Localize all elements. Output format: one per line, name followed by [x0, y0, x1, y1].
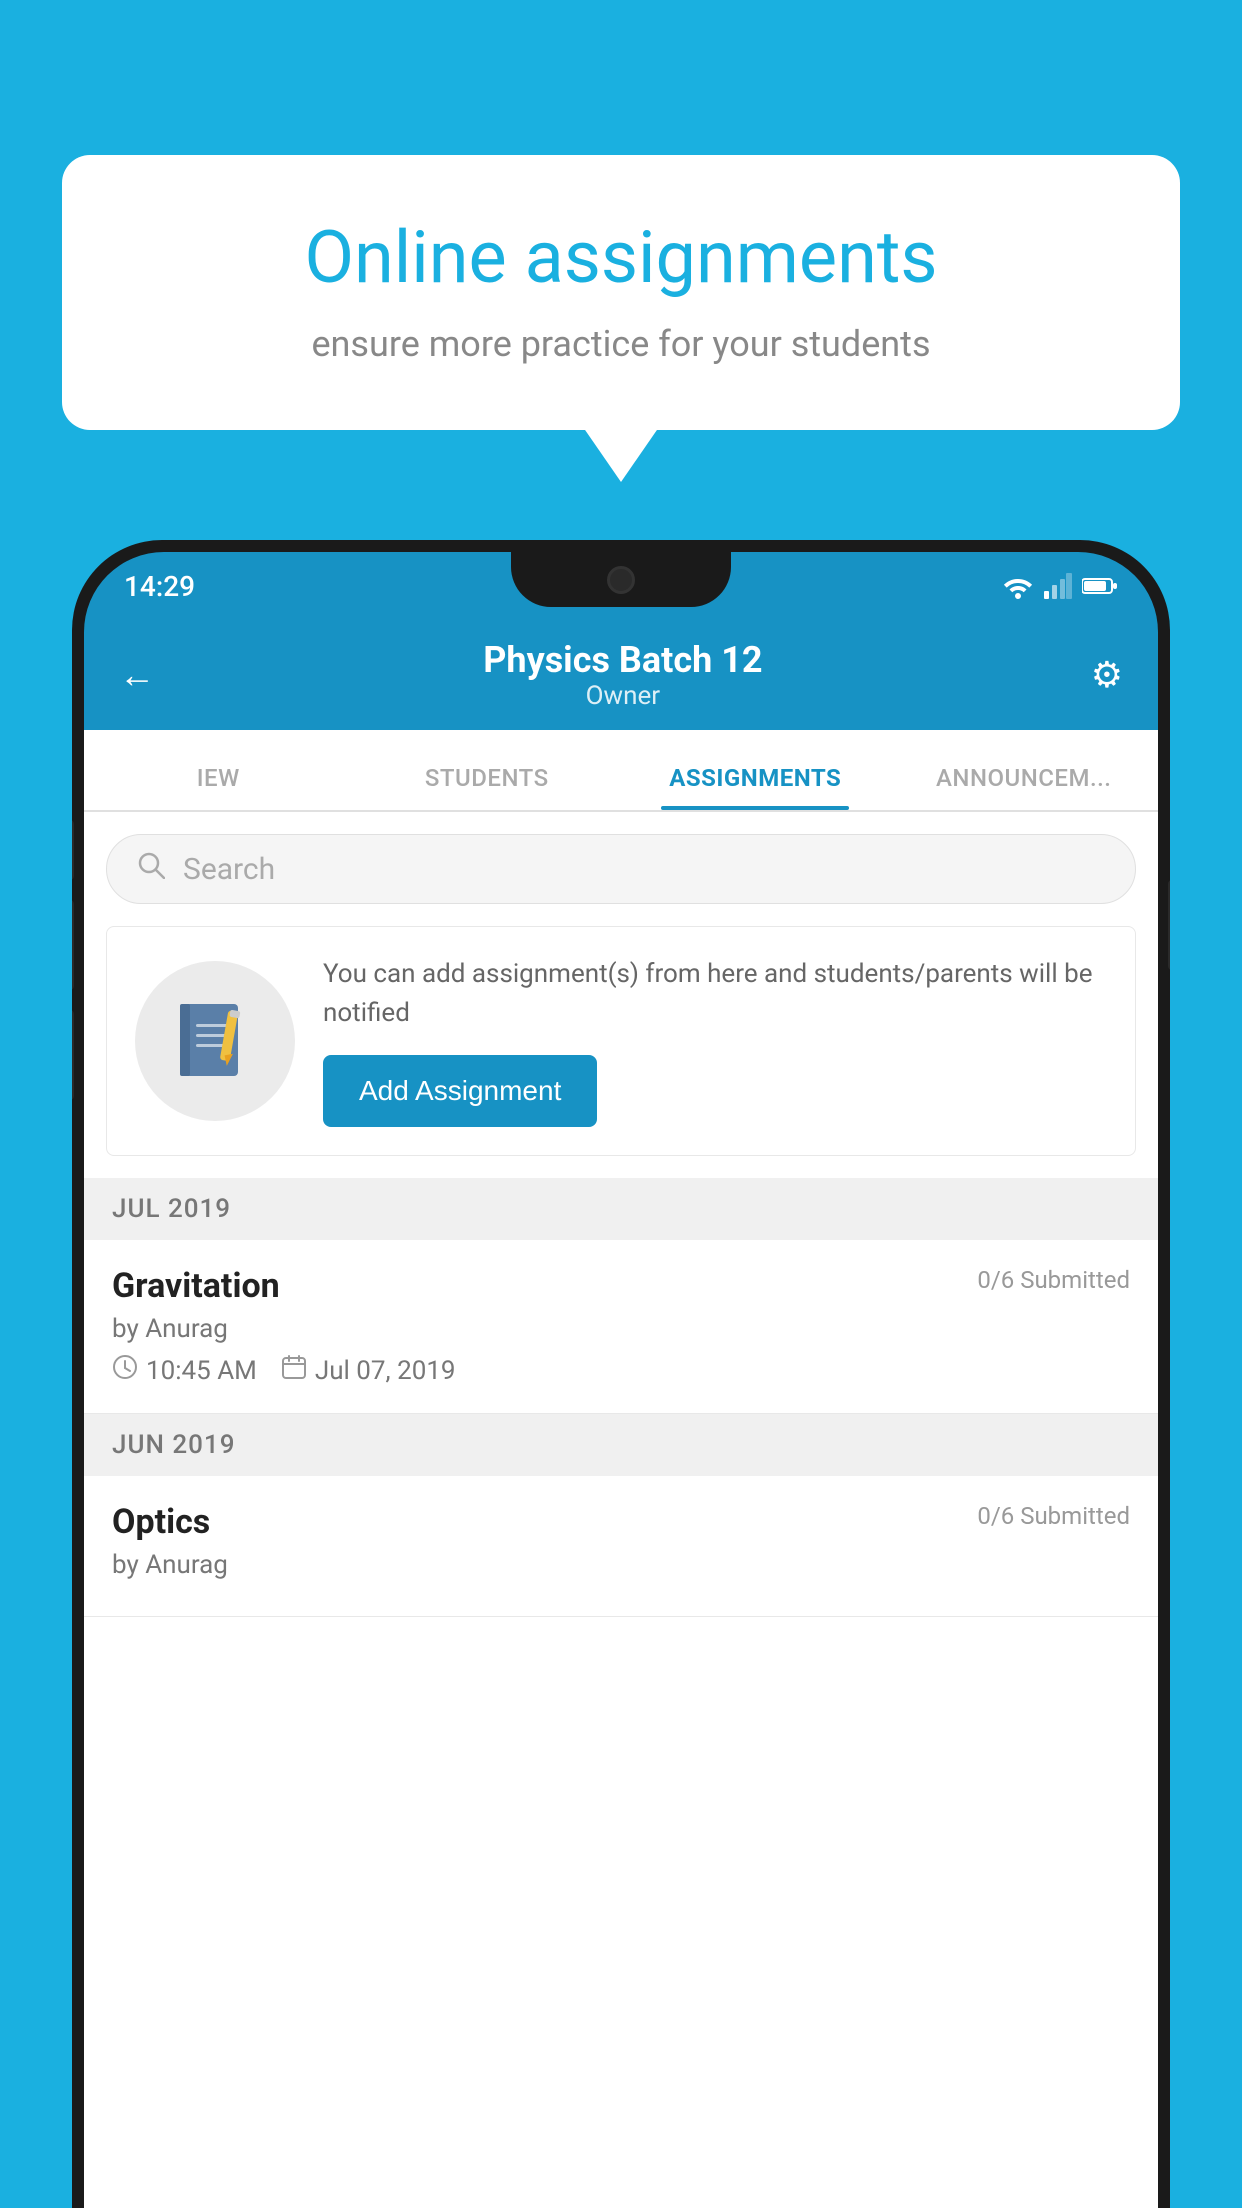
speech-bubble-container: Online assignments ensure more practice …	[62, 155, 1180, 430]
power-button	[1168, 880, 1170, 970]
assignment-by-optics: by Anurag	[112, 1550, 1130, 1580]
settings-button[interactable]: ⚙	[1091, 654, 1123, 696]
assignment-item-gravitation[interactable]: Gravitation 0/6 Submitted by Anurag	[84, 1240, 1158, 1414]
screen-content: Search	[84, 812, 1158, 2208]
header-title: Physics Batch 12	[155, 639, 1091, 681]
search-placeholder: Search	[183, 852, 275, 887]
speech-bubble: Online assignments ensure more practice …	[62, 155, 1180, 430]
meta-date: Jul 07, 2019	[281, 1354, 456, 1387]
section-header-jun: JUN 2019	[84, 1414, 1158, 1476]
volume-up-button	[72, 900, 74, 990]
tab-announcements[interactable]: ANNOUNCEM...	[890, 764, 1159, 810]
assignment-submitted: 0/6 Submitted	[977, 1266, 1130, 1294]
bubble-title: Online assignments	[132, 215, 1110, 301]
assignment-top: Gravitation 0/6 Submitted	[112, 1266, 1130, 1306]
tab-students[interactable]: STUDENTS	[353, 764, 622, 810]
notebook-icon	[170, 996, 260, 1086]
assignment-top-optics: Optics 0/6 Submitted	[112, 1502, 1130, 1542]
tab-bar: IEW STUDENTS ASSIGNMENTS ANNOUNCEM...	[84, 730, 1158, 812]
search-bar[interactable]: Search	[106, 834, 1136, 904]
assignment-name: Gravitation	[112, 1266, 280, 1306]
wifi-icon	[1002, 573, 1034, 599]
bubble-subtitle: ensure more practice for your students	[132, 323, 1110, 365]
meta-time: 10:45 AM	[112, 1354, 257, 1387]
app-header: ← Physics Batch 12 Owner ⚙	[84, 620, 1158, 730]
search-icon	[137, 851, 165, 887]
signal-icon	[1044, 573, 1072, 599]
phone-frame: 14:29	[72, 540, 1170, 2208]
calendar-icon	[281, 1354, 307, 1387]
header-subtitle: Owner	[155, 681, 1091, 711]
battery-icon	[1082, 576, 1118, 596]
phone-screen: 14:29	[84, 552, 1158, 2208]
assignment-by: by Anurag	[112, 1314, 1130, 1344]
section-header-jul: JUL 2019	[84, 1178, 1158, 1240]
tab-iew[interactable]: IEW	[84, 764, 353, 810]
status-icons	[1002, 573, 1118, 599]
add-assignment-button[interactable]: Add Assignment	[323, 1055, 597, 1127]
phone-notch	[511, 552, 731, 607]
clock-icon	[112, 1354, 138, 1387]
info-card: You can add assignment(s) from here and …	[106, 926, 1136, 1156]
assignment-submitted-optics: 0/6 Submitted	[977, 1502, 1130, 1530]
info-text-area: You can add assignment(s) from here and …	[323, 955, 1107, 1127]
assignment-icon-circle	[135, 961, 295, 1121]
volume-down-button	[72, 1010, 74, 1100]
assignment-name-optics: Optics	[112, 1502, 210, 1542]
assignment-meta: 10:45 AM Jul 07, 2019	[112, 1354, 1130, 1387]
header-center: Physics Batch 12 Owner	[155, 639, 1091, 711]
time-value: 10:45 AM	[146, 1356, 257, 1386]
date-value: Jul 07, 2019	[315, 1356, 456, 1386]
status-time: 14:29	[124, 570, 195, 603]
info-description: You can add assignment(s) from here and …	[323, 955, 1107, 1033]
camera	[607, 566, 635, 594]
assignment-item-optics[interactable]: Optics 0/6 Submitted by Anurag	[84, 1476, 1158, 1617]
tab-assignments[interactable]: ASSIGNMENTS	[621, 764, 890, 810]
back-button[interactable]: ←	[119, 654, 155, 696]
volume-silent-button	[72, 820, 74, 880]
